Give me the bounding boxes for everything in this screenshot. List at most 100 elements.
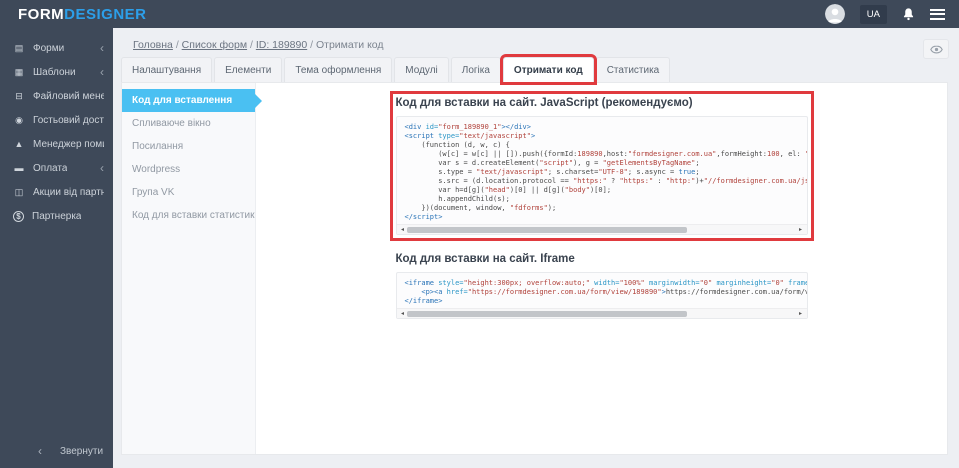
tab-logic[interactable]: Логіка (450, 57, 501, 82)
code-line: h.appendChild(s); (405, 195, 799, 204)
code-token: "body" (564, 186, 590, 194)
sidebar-item-templates[interactable]: ▦ Шаблони ‹ (0, 60, 113, 84)
sidebar-collapse-button[interactable]: ‹ Звернути (0, 444, 113, 458)
code-token: 189890 (577, 150, 603, 158)
dollar-icon: $ (13, 210, 24, 222)
code-content: <div id="form_189890_1"></div> <script ty… (397, 117, 807, 224)
code-token: )[0] || d[g]( (509, 186, 565, 194)
code-token: style= (438, 279, 464, 287)
code-line: </script> (405, 213, 799, 222)
code-token: "script" (539, 159, 574, 167)
code-box[interactable]: <iframe style="height:300px; overflow:au… (395, 272, 808, 319)
scrollbar-thumb[interactable] (406, 310, 688, 317)
code-token: "form (805, 150, 807, 158)
sidebar-item-error-manager[interactable]: ▲ Менеджер помилок (0, 132, 113, 156)
code-token: "https:" (573, 177, 607, 185)
gift-icon: ◫ (14, 186, 24, 197)
code-token: var s = d.createElement( (404, 159, 540, 167)
tab-get-code[interactable]: Отримати код (499, 54, 597, 85)
code-token: s.src = (d.location.protocol == (404, 177, 574, 185)
chevron-left-icon: ‹ (100, 41, 104, 55)
code-line: })(document, window, "fdforms"); (405, 204, 799, 213)
code-token: ; s.charset= (547, 168, 599, 176)
code-token: href= (446, 288, 468, 296)
code-token: (function (d, w, c) { (404, 141, 510, 149)
payment-icon: ▬ (14, 163, 24, 173)
language-selector[interactable]: UA (859, 4, 887, 24)
submenu-item-wordpress[interactable]: Wordpress (122, 158, 255, 181)
horizontal-scrollbar[interactable]: ◂ ▸ (396, 224, 807, 234)
code-token: "//formdesigner.com.ua/js/ifor (703, 177, 807, 185)
scroll-left-arrow-icon[interactable]: ◂ (399, 310, 407, 317)
code-token: "getElementsByTagName" (602, 159, 696, 167)
bell-glyph (903, 8, 914, 21)
horizontal-scrollbar[interactable]: ◂ ▸ (396, 308, 807, 318)
code-line: <div id="form_189890_1"></div> (405, 123, 799, 132)
scroll-right-arrow-icon[interactable]: ▸ (797, 310, 805, 317)
code-token: "height:300px; overflow:auto;" (463, 279, 590, 287)
sidebar-item-forms[interactable]: ▤ Форми ‹ (0, 36, 113, 60)
chevron-left-icon: ‹ (100, 161, 104, 175)
tab-bar: Налаштування Елементи Тема оформлення Модул… (121, 54, 672, 85)
main-panel: Код для вставлення Спливаюче вікно Посилан… (121, 82, 948, 455)
person-icon (824, 4, 845, 24)
section-title: Код для вставки на сайт. JavaScript (рек… (395, 97, 693, 109)
notifications-bell-icon[interactable] (902, 7, 915, 21)
code-box[interactable]: <div id="form_189890_1"></div> <script ty… (395, 116, 808, 235)
submenu-item-stats-code[interactable]: Код для вставки статистики (122, 204, 255, 227)
code-token: true (678, 168, 696, 176)
scrollbar-track[interactable] (406, 310, 797, 318)
sidebar-item-payments[interactable]: ▬ Оплата ‹ (0, 156, 113, 180)
code-token: h.appendChild(s); (404, 195, 510, 203)
code-token: ,formHeight: (716, 150, 767, 158)
sidebar-menu: ▤ Форми ‹ ▦ Шаблони ‹ ⊟ Файловий менеджер ◉ Гость… (0, 28, 113, 228)
scrollbar-track[interactable] (406, 226, 797, 234)
tab-theme[interactable]: Тема оформлення (284, 57, 393, 82)
scrollbar-thumb[interactable] (406, 226, 688, 233)
breadcrumb-separator: / (172, 39, 182, 51)
code-token: ,host: (602, 150, 628, 158)
code-token: </script> (404, 213, 443, 221)
tab-statistics[interactable]: Статистика (595, 57, 671, 82)
tab-elements[interactable]: Елементи (214, 57, 283, 82)
scroll-right-arrow-icon[interactable]: ▸ (797, 226, 805, 233)
submenu-item-embed-code[interactable]: Код для вставлення (122, 89, 262, 112)
code-line: <iframe style="height:300px; overflow:au… (405, 279, 807, 288)
code-line: <script type="text/javascript"> (405, 132, 799, 141)
code-token: <script (404, 132, 439, 140)
code-token: "text/javascript" (459, 132, 531, 140)
submenu-item-vk-group[interactable]: Група VK (122, 181, 255, 204)
code-token: })(document, window, (404, 204, 510, 212)
code-token: > (530, 132, 536, 140)
chevron-left-icon: ‹ (100, 65, 104, 79)
iframe-embed-section: Код для вставки на сайт. Iframe <iframe s… (395, 253, 808, 319)
tab-settings[interactable]: Налаштування (121, 57, 213, 82)
code-token: type= (438, 132, 460, 140)
app-logo[interactable]: FORMDESIGNER (18, 6, 147, 23)
code-token: "http:" (665, 177, 696, 185)
sidebar-item-partner-promos[interactable]: ◫ Акции від партнерів (0, 180, 113, 204)
topbar: FORMDESIGNER UA (0, 0, 959, 28)
breadcrumb-link[interactable]: ID: 189890 (256, 39, 307, 51)
sidebar-item-affiliate[interactable]: $ Партнерка (0, 204, 113, 228)
submenu-item-popup-window[interactable]: Спливаюче вікно (122, 112, 255, 135)
file-manager-icon: ⊟ (15, 90, 23, 101)
code-token: ); (547, 204, 557, 212)
code-content: <iframe style="height:300px; overflow:au… (397, 273, 807, 308)
sidebar-item-file-manager[interactable]: ⊟ Файловий менеджер (0, 84, 113, 108)
submenu-item-link[interactable]: Посилання (122, 135, 255, 158)
code-token: 100 (766, 150, 780, 158)
sidebar-item-label: Партнерка (32, 210, 82, 222)
scroll-left-arrow-icon[interactable]: ◂ (399, 226, 407, 233)
content-area: Головна / Список форм / ID: 189890 / Отр… (113, 28, 959, 468)
sidebar-item-guest-access[interactable]: ◉ Гостьовий доступ (0, 108, 113, 132)
sidebar-item-label: Менеджер помилок (33, 138, 104, 150)
user-avatar[interactable] (824, 4, 845, 24)
preview-button[interactable] (923, 39, 949, 59)
breadcrumb-link[interactable]: Головна (133, 39, 173, 51)
section-list: Код для вставки на сайт. JavaScript (рек… (256, 83, 947, 454)
code-token: : (653, 177, 666, 185)
breadcrumb-link[interactable]: Список форм (182, 39, 247, 51)
hamburger-menu-icon[interactable] (930, 6, 945, 22)
tab-modules[interactable]: Модулі (394, 57, 449, 82)
